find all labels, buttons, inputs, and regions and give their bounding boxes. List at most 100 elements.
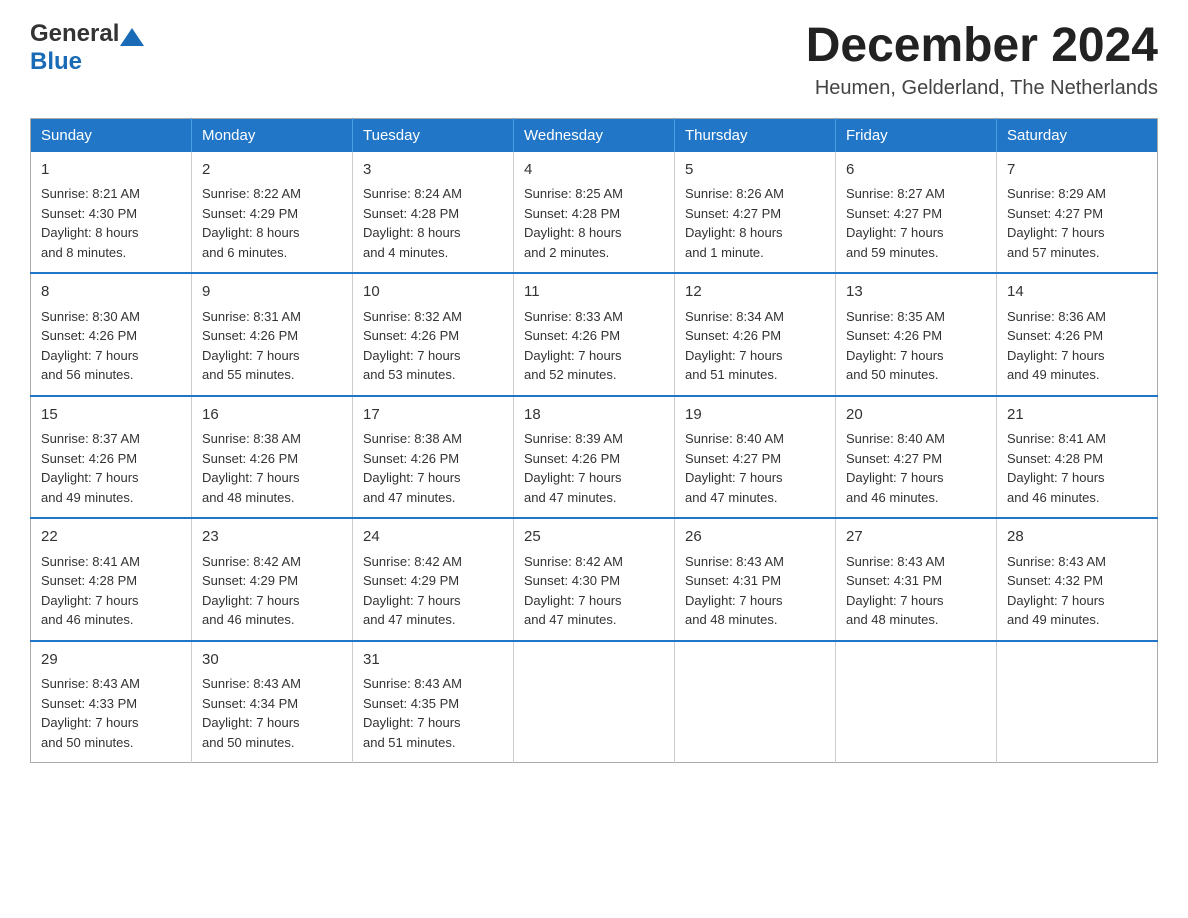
calendar-cell: 9 Sunrise: 8:31 AMSunset: 4:26 PMDaylight… (192, 273, 353, 396)
day-info: Sunrise: 8:21 AMSunset: 4:30 PMDaylight:… (41, 186, 140, 260)
calendar-cell: 26 Sunrise: 8:43 AMSunset: 4:31 PMDayligh… (675, 518, 836, 641)
day-number: 28 (1007, 526, 1147, 549)
calendar-cell: 19Sunrise: 8:40 AMSunset: 4:27 PMDayligh… (675, 396, 836, 519)
calendar-cell: 6Sunrise: 8:27 AMSunset: 4:27 PMDaylight… (836, 152, 997, 274)
day-info: Sunrise: 8:41 AMSunset: 4:28 PMDaylight:… (41, 554, 140, 628)
day-info: Sunrise: 8:43 AMSunset: 4:34 PMDaylight:… (202, 676, 301, 750)
day-number: 22 (41, 526, 181, 549)
calendar-cell: 5Sunrise: 8:26 AMSunset: 4:27 PMDaylight… (675, 152, 836, 274)
weekday-header-row: Sunday Monday Tuesday Wednesday Thursday… (31, 118, 1158, 152)
day-number: 1 (41, 159, 181, 182)
calendar-cell: 28 Sunrise: 8:43 AMSunset: 4:32 PMDayligh… (997, 518, 1158, 641)
day-number: 8 (41, 281, 181, 304)
calendar-cell: 25 Sunrise: 8:42 AMSunset: 4:30 PMDayligh… (514, 518, 675, 641)
day-number: 19 (685, 404, 825, 427)
day-info: Sunrise: 8:29 AMSunset: 4:27 PMDaylight:… (1007, 186, 1106, 260)
calendar-cell: 23 Sunrise: 8:42 AMSunset: 4:29 PMDayligh… (192, 518, 353, 641)
day-info: Sunrise: 8:30 AMSunset: 4:26 PMDaylight:… (41, 309, 140, 383)
calendar-cell: 21 Sunrise: 8:41 AMSunset: 4:28 PMDayligh… (997, 396, 1158, 519)
day-number: 24 (363, 526, 503, 549)
day-info: Sunrise: 8:25 AMSunset: 4:28 PMDaylight:… (524, 186, 623, 260)
header-thursday: Thursday (675, 118, 836, 152)
day-number: 14 (1007, 281, 1147, 304)
calendar-cell: 30Sunrise: 8:43 AMSunset: 4:34 PMDayligh… (192, 641, 353, 763)
day-number: 31 (363, 649, 503, 672)
day-number: 4 (524, 159, 664, 182)
header-monday: Monday (192, 118, 353, 152)
calendar-week-row: 1 Sunrise: 8:21 AMSunset: 4:30 PMDaylight… (31, 152, 1158, 274)
day-info: Sunrise: 8:33 AMSunset: 4:26 PMDaylight:… (524, 309, 623, 383)
day-number: 21 (1007, 404, 1147, 427)
calendar-week-row: 8 Sunrise: 8:30 AMSunset: 4:26 PMDaylight… (31, 273, 1158, 396)
calendar-cell: 16 Sunrise: 8:38 AMSunset: 4:26 PMDayligh… (192, 396, 353, 519)
day-info: Sunrise: 8:43 AMSunset: 4:31 PMDaylight:… (685, 554, 784, 628)
day-info: Sunrise: 8:43 AMSunset: 4:31 PMDaylight:… (846, 554, 945, 628)
calendar-cell: 31 Sunrise: 8:43 AMSunset: 4:35 PMDayligh… (353, 641, 514, 763)
day-info: Sunrise: 8:35 AMSunset: 4:26 PMDaylight:… (846, 309, 945, 383)
day-number: 6 (846, 159, 986, 182)
day-number: 7 (1007, 159, 1147, 182)
day-number: 23 (202, 526, 342, 549)
header-friday: Friday (836, 118, 997, 152)
logo-text-blue: Blue (30, 48, 144, 76)
day-info: Sunrise: 8:26 AMSunset: 4:27 PMDaylight:… (685, 186, 784, 260)
day-info: Sunrise: 8:24 AMSunset: 4:28 PMDaylight:… (363, 186, 462, 260)
calendar-cell (836, 641, 997, 763)
day-number: 9 (202, 281, 342, 304)
day-info: Sunrise: 8:22 AMSunset: 4:29 PMDaylight:… (202, 186, 301, 260)
logo-triangle-icon (120, 28, 144, 46)
day-info: Sunrise: 8:34 AMSunset: 4:26 PMDaylight:… (685, 309, 784, 383)
day-info: Sunrise: 8:31 AMSunset: 4:26 PMDaylight:… (202, 309, 301, 383)
day-number: 29 (41, 649, 181, 672)
header-tuesday: Tuesday (353, 118, 514, 152)
calendar-cell: 13 Sunrise: 8:35 AMSunset: 4:26 PMDayligh… (836, 273, 997, 396)
logo-text-general: General (30, 20, 119, 47)
calendar-table: Sunday Monday Tuesday Wednesday Thursday… (30, 118, 1158, 764)
day-number: 17 (363, 404, 503, 427)
calendar-cell: 20Sunrise: 8:40 AMSunset: 4:27 PMDayligh… (836, 396, 997, 519)
calendar-week-row: 22 Sunrise: 8:41 AMSunset: 4:28 PMDayligh… (31, 518, 1158, 641)
calendar-cell: 10 Sunrise: 8:32 AMSunset: 4:26 PMDayligh… (353, 273, 514, 396)
calendar-cell: 27Sunrise: 8:43 AMSunset: 4:31 PMDayligh… (836, 518, 997, 641)
day-number: 15 (41, 404, 181, 427)
day-number: 3 (363, 159, 503, 182)
calendar-cell: 11 Sunrise: 8:33 AMSunset: 4:26 PMDayligh… (514, 273, 675, 396)
calendar-cell: 15 Sunrise: 8:37 AMSunset: 4:26 PMDayligh… (31, 396, 192, 519)
day-number: 25 (524, 526, 664, 549)
calendar-cell: 1 Sunrise: 8:21 AMSunset: 4:30 PMDaylight… (31, 152, 192, 274)
day-number: 11 (524, 281, 664, 304)
day-info: Sunrise: 8:43 AMSunset: 4:33 PMDaylight:… (41, 676, 140, 750)
day-number: 12 (685, 281, 825, 304)
day-info: Sunrise: 8:39 AMSunset: 4:26 PMDaylight:… (524, 431, 623, 505)
day-info: Sunrise: 8:37 AMSunset: 4:26 PMDaylight:… (41, 431, 140, 505)
calendar-cell: 18 Sunrise: 8:39 AMSunset: 4:26 PMDayligh… (514, 396, 675, 519)
calendar-cell: 2Sunrise: 8:22 AMSunset: 4:29 PMDaylight… (192, 152, 353, 274)
day-info: Sunrise: 8:32 AMSunset: 4:26 PMDaylight:… (363, 309, 462, 383)
day-number: 16 (202, 404, 342, 427)
day-info: Sunrise: 8:43 AMSunset: 4:32 PMDaylight:… (1007, 554, 1106, 628)
calendar-cell: 17Sunrise: 8:38 AMSunset: 4:26 PMDayligh… (353, 396, 514, 519)
calendar-cell: 12 Sunrise: 8:34 AMSunset: 4:26 PMDayligh… (675, 273, 836, 396)
day-number: 18 (524, 404, 664, 427)
day-info: Sunrise: 8:42 AMSunset: 4:30 PMDaylight:… (524, 554, 623, 628)
day-info: Sunrise: 8:42 AMSunset: 4:29 PMDaylight:… (202, 554, 301, 628)
calendar-cell: 24Sunrise: 8:42 AMSunset: 4:29 PMDayligh… (353, 518, 514, 641)
calendar-cell (514, 641, 675, 763)
day-info: Sunrise: 8:43 AMSunset: 4:35 PMDaylight:… (363, 676, 462, 750)
day-number: 26 (685, 526, 825, 549)
location-title: Heumen, Gelderland, The Netherlands (806, 77, 1158, 100)
day-info: Sunrise: 8:38 AMSunset: 4:26 PMDaylight:… (202, 431, 301, 505)
calendar-week-row: 15 Sunrise: 8:37 AMSunset: 4:26 PMDayligh… (31, 396, 1158, 519)
calendar-cell (675, 641, 836, 763)
calendar-cell: 3 Sunrise: 8:24 AMSunset: 4:28 PMDaylight… (353, 152, 514, 274)
calendar-cell: 7 Sunrise: 8:29 AMSunset: 4:27 PMDaylight… (997, 152, 1158, 274)
header-saturday: Saturday (997, 118, 1158, 152)
month-title: December 2024 (806, 20, 1158, 73)
day-number: 10 (363, 281, 503, 304)
logo: General Blue (30, 20, 144, 75)
calendar-cell: 22 Sunrise: 8:41 AMSunset: 4:28 PMDayligh… (31, 518, 192, 641)
header-wednesday: Wednesday (514, 118, 675, 152)
day-number: 13 (846, 281, 986, 304)
day-info: Sunrise: 8:41 AMSunset: 4:28 PMDaylight:… (1007, 431, 1106, 505)
title-area: December 2024 Heumen, Gelderland, The Ne… (806, 20, 1158, 100)
